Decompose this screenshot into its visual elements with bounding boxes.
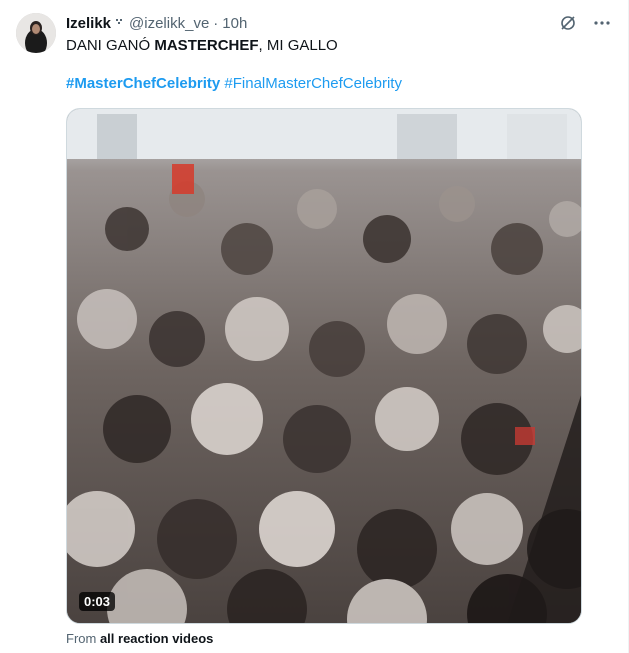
tweet-text: DANI GANÓ MASTERCHEF, MI GALLO [66,36,612,56]
tweet-header: Izelikk @izelikk_ve · 10h [66,12,612,34]
hashtag-line: #MasterChefCelebrity #FinalMasterChefCel… [66,74,612,94]
timestamp[interactable]: 10h [222,15,247,32]
source-prefix: From [66,631,100,646]
avatar[interactable] [16,13,56,53]
hashtag-finalmasterchefcelebrity[interactable]: #FinalMasterChefCelebrity [224,75,402,92]
tweet[interactable]: Izelikk @izelikk_ve · 10h DANI GANÓ MAST… [0,0,629,653]
grok-icon[interactable] [558,13,578,33]
video-thumbnail [67,109,581,623]
more-icon[interactable] [592,13,612,33]
tweet-text-part2: , MI GALLO [258,37,338,54]
separator-dot: · [213,14,219,32]
verified-badge-icon [115,17,125,29]
tweet-text-part1: DANI GANÓ [66,37,155,54]
header-actions [558,13,612,33]
user-handle[interactable]: @izelikk_ve [129,15,209,32]
display-name[interactable]: Izelikk [66,15,111,32]
tweet-text-bold: MASTERCHEF [154,37,259,54]
video-source: From all reaction videos [66,631,213,646]
source-link[interactable]: all reaction videos [100,631,213,646]
video-duration-badge: 0:03 [79,592,116,611]
video-player[interactable]: 0:03 [66,108,582,624]
hashtag-masterchefcelebrity[interactable]: #MasterChefCelebrity [66,75,220,92]
